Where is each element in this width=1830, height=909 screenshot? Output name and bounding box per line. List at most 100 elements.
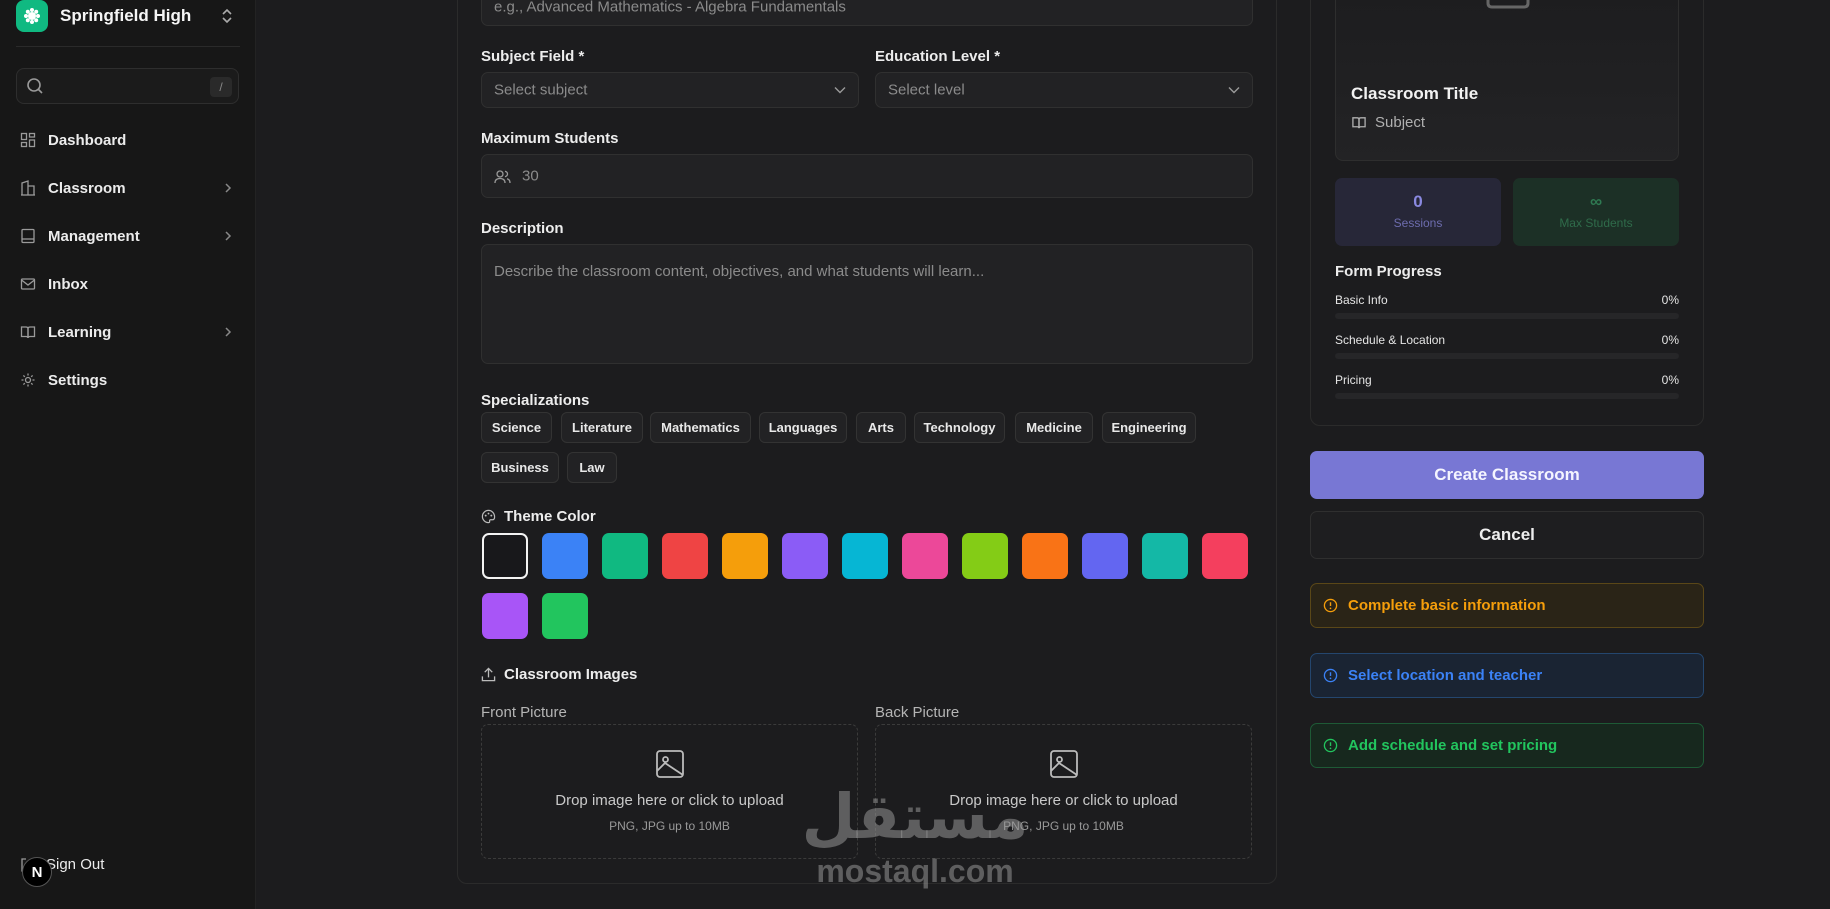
sidebar-item-settings[interactable]: Settings [16, 364, 240, 396]
description-textarea[interactable]: Describe the classroom content, objectiv… [481, 244, 1253, 364]
sidebar-item-label: Management [48, 227, 140, 245]
classroom-icon [21, 180, 35, 196]
back-picture-dropzone[interactable]: Drop image here or click to upload PNG, … [875, 724, 1252, 859]
theme-color-swatch[interactable] [722, 533, 768, 579]
max-students-label: Maximum Students [481, 130, 619, 147]
chip-technology[interactable]: Technology [914, 412, 1005, 443]
form-progress-title: Form Progress [1335, 263, 1442, 280]
image-icon [1050, 750, 1078, 778]
dropzone-text: Drop image here or click to upload [949, 792, 1178, 809]
progress-bar [1335, 353, 1679, 359]
dropzone-hint: PNG, JPG up to 10MB [1003, 819, 1124, 833]
subject-select[interactable]: Select subject [481, 72, 859, 108]
chevron-down-icon [834, 87, 846, 94]
theme-color-swatch[interactable] [542, 533, 588, 579]
sidebar-item-label: Dashboard [48, 131, 127, 149]
theme-color-swatch[interactable] [962, 533, 1008, 579]
chip-medicine[interactable]: Medicine [1015, 412, 1093, 443]
alert-circle-icon [1323, 668, 1338, 683]
alert-item: Add schedule and set pricing [1310, 723, 1704, 768]
alert-circle-icon [1323, 598, 1338, 613]
progress-percent: 0% [1661, 373, 1679, 387]
progress-bar [1335, 313, 1679, 319]
palette-icon [481, 509, 496, 524]
dropzone-text: Drop image here or click to upload [555, 792, 784, 809]
org-logo-icon [16, 0, 48, 32]
sidebar-item-label: Settings [48, 371, 108, 389]
theme-color-swatch[interactable] [482, 593, 528, 639]
dropzone-hint: PNG, JPG up to 10MB [609, 819, 730, 833]
upload-icon [481, 667, 496, 682]
preview-title: Classroom Title [1351, 84, 1479, 103]
chip-mathematics[interactable]: Mathematics [650, 412, 751, 443]
org-switcher[interactable]: Springfield High [16, 0, 240, 32]
progress-label: Basic Info [1335, 293, 1388, 307]
book-icon [20, 326, 36, 339]
chip-law[interactable]: Law [567, 452, 617, 483]
alert-item: Complete basic information [1310, 583, 1704, 628]
progress-row: Basic Info 0% [1335, 293, 1679, 319]
theme-color-swatch[interactable] [482, 533, 528, 579]
alert-text: Add schedule and set pricing [1348, 737, 1558, 754]
book-icon [1352, 117, 1366, 129]
max-students-input[interactable]: 30 [481, 154, 1253, 198]
title-input[interactable]: e.g., Advanced Mathematics - Algebra Fun… [481, 0, 1253, 26]
theme-color-header: Theme Color [481, 508, 596, 525]
theme-color-swatch[interactable] [902, 533, 948, 579]
progress-bar [1335, 393, 1679, 399]
sidebar-item-classroom[interactable]: Classroom [16, 172, 240, 204]
front-picture-dropzone[interactable]: Drop image here or click to upload PNG, … [481, 724, 858, 859]
cancel-button[interactable]: Cancel [1310, 511, 1704, 559]
theme-color-swatch[interactable] [602, 533, 648, 579]
front-picture-label: Front Picture [481, 704, 567, 721]
subject-label: Subject Field * [481, 48, 585, 65]
sidebar-item-label: Inbox [48, 275, 88, 293]
progress-label: Pricing [1335, 373, 1372, 387]
chip-business[interactable]: Business [481, 452, 559, 483]
preview-subject-label: Subject [1375, 114, 1426, 131]
progress-row: Schedule & Location 0% [1335, 333, 1679, 359]
theme-color-swatch[interactable] [1142, 533, 1188, 579]
max-students-stat-label: Max Students [1559, 216, 1633, 230]
alert-item: Select location and teacher [1310, 653, 1704, 698]
description-label: Description [481, 220, 564, 237]
max-students-placeholder: 30 [522, 167, 539, 185]
chevron-right-icon [225, 183, 232, 193]
search-input[interactable]: / [16, 68, 239, 104]
theme-color-swatch[interactable] [782, 533, 828, 579]
preview-subject: Subject [1351, 114, 1425, 131]
level-label: Education Level * [875, 48, 1001, 65]
chip-languages[interactable]: Languages [759, 412, 847, 443]
chip-science[interactable]: Science [481, 412, 552, 443]
theme-color-swatch[interactable] [662, 533, 708, 579]
chevron-right-icon [225, 231, 232, 241]
theme-color-label: Theme Color [504, 508, 596, 525]
theme-color-swatch[interactable] [1202, 533, 1248, 579]
theme-color-swatch[interactable] [1082, 533, 1128, 579]
level-select[interactable]: Select level [875, 72, 1253, 108]
sidebar-item-label: Learning [48, 323, 112, 341]
sidebar-item-dashboard[interactable]: Dashboard [16, 124, 240, 156]
theme-color-swatch[interactable] [842, 533, 888, 579]
theme-color-swatch[interactable] [542, 593, 588, 639]
progress-row: Pricing 0% [1335, 373, 1679, 399]
max-students-stat: ∞ Max Students [1513, 178, 1679, 246]
classroom-placeholder-icon [1486, 0, 1530, 9]
sign-out-label: Sign Out [46, 856, 105, 873]
user-badge[interactable]: N [22, 857, 52, 887]
sidebar-item-label: Classroom [48, 179, 126, 197]
mail-icon [20, 278, 36, 290]
chip-engineering[interactable]: Engineering [1102, 412, 1196, 443]
sidebar-item-inbox[interactable]: Inbox [16, 268, 240, 300]
chip-literature[interactable]: Literature [561, 412, 643, 443]
back-picture-label: Back Picture [875, 704, 960, 721]
progress-percent: 0% [1661, 333, 1679, 347]
chip-arts[interactable]: Arts [856, 412, 906, 443]
sidebar-item-management[interactable]: Management [16, 220, 240, 252]
sidebar-item-learning[interactable]: Learning [16, 316, 240, 348]
theme-color-swatch[interactable] [1022, 533, 1068, 579]
subject-placeholder: Select subject [494, 81, 588, 99]
preview-cover [1335, 0, 1679, 161]
create-classroom-button[interactable]: Create Classroom [1310, 451, 1704, 499]
gear-icon [21, 373, 35, 387]
